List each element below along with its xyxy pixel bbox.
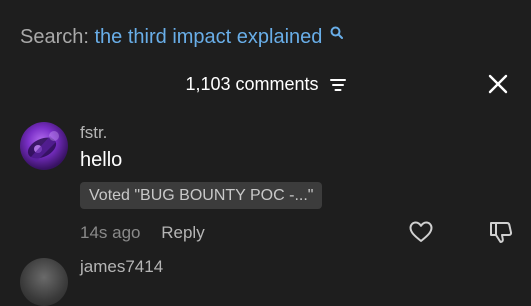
- heart-icon: [409, 221, 433, 242]
- reply-button[interactable]: Reply: [161, 223, 204, 242]
- avatar-image: [27, 131, 59, 162]
- comment-timestamp: 14s ago: [80, 223, 141, 242]
- comments-count: 1,103 comments: [185, 74, 319, 94]
- avatar[interactable]: [20, 258, 68, 306]
- search-bar[interactable]: Search: the third impact explained: [20, 20, 343, 50]
- comment-username[interactable]: fstr.: [80, 123, 107, 143]
- search-query-link[interactable]: the third impact explained: [95, 26, 323, 48]
- comment-item: fstr. hello Voted "BUG BOUNTY POC -..." …: [0, 118, 531, 265]
- comments-header: 1,103 comments: [0, 72, 531, 98]
- close-icon: [488, 74, 508, 94]
- search-prefix: Search:: [20, 26, 89, 48]
- comment-meta: 14s ago Reply: [80, 222, 205, 244]
- like-button[interactable]: [408, 219, 434, 245]
- dislike-button[interactable]: [488, 219, 514, 245]
- sort-icon[interactable]: [329, 74, 346, 98]
- search-icon: [330, 20, 343, 46]
- comment-username[interactable]: james7414: [80, 257, 163, 277]
- comment-text: hello: [80, 149, 123, 171]
- close-button[interactable]: [487, 73, 509, 95]
- vote-badge[interactable]: Voted "BUG BOUNTY POC -...": [80, 182, 323, 209]
- next-comment-item: james7414: [0, 252, 531, 306]
- avatar[interactable]: [20, 122, 68, 170]
- thumbs-down-icon: [490, 222, 513, 243]
